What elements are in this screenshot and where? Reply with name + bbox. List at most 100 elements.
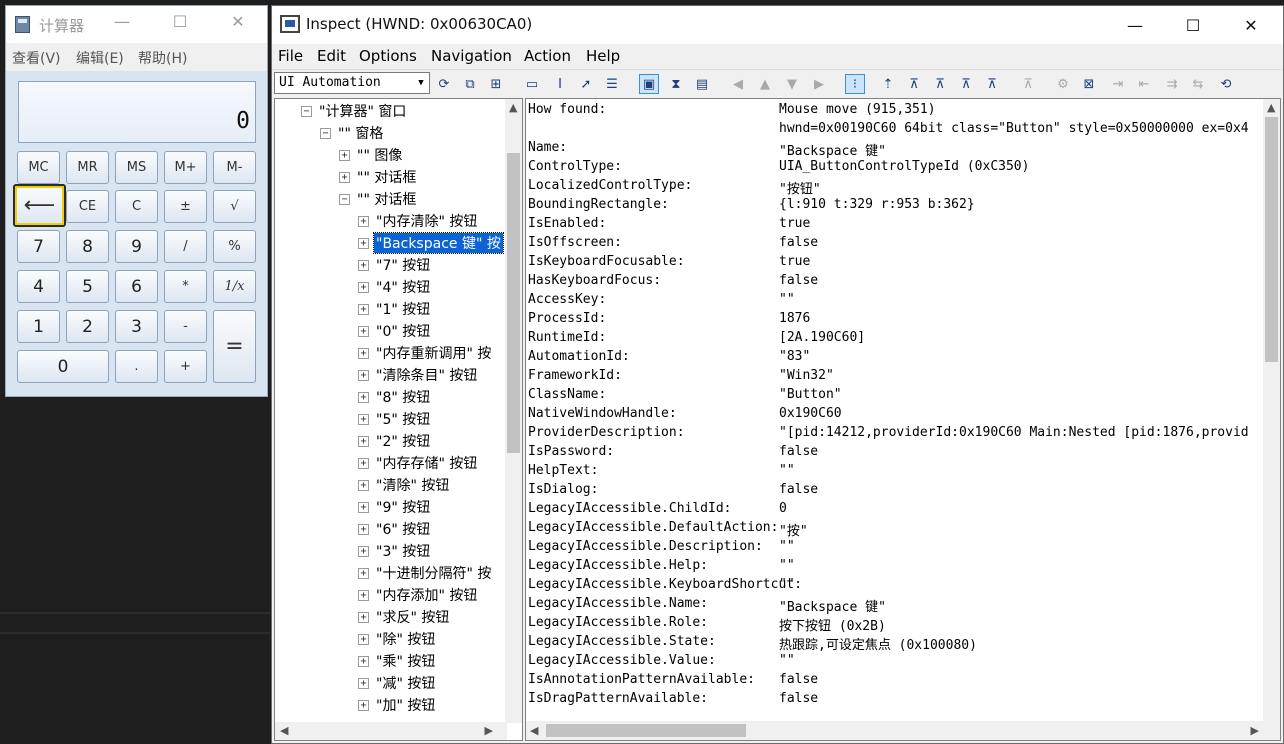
menu-navigation[interactable]: Navigation bbox=[431, 47, 512, 65]
tree-node[interactable]: + "内存存储" 按钮 bbox=[358, 453, 479, 473]
minimize-icon[interactable]: — bbox=[112, 12, 132, 31]
negate-button[interactable]: ± bbox=[164, 190, 207, 223]
menu-action[interactable]: Action bbox=[524, 47, 571, 65]
arrow-right-icon[interactable]: ▶ bbox=[809, 74, 829, 94]
expand-icon[interactable]: + bbox=[358, 281, 369, 293]
watch-cursor-icon[interactable]: ➚ bbox=[576, 74, 596, 94]
tree-node[interactable]: + "3" 按钮 bbox=[358, 541, 432, 561]
expand-icon[interactable]: + bbox=[358, 677, 369, 689]
properties-pane[interactable]: How found: Mouse move (915,351) hwnd=0x001… bbox=[525, 98, 1281, 741]
reciprocal-button[interactable]: 1/x bbox=[213, 270, 256, 303]
tree-node[interactable]: + "9" 按钮 bbox=[358, 497, 432, 517]
digit-7-button[interactable]: 7 bbox=[17, 230, 60, 263]
expand-icon[interactable]: + bbox=[358, 435, 369, 447]
tree-node[interactable]: + "内存重新调用" 按 bbox=[358, 343, 493, 363]
digit-4-button[interactable]: 4 bbox=[17, 270, 60, 303]
expand-icon[interactable]: + bbox=[358, 611, 369, 623]
expand-icon[interactable]: ⇥ bbox=[1108, 74, 1128, 94]
select-icon[interactable]: ⇆ bbox=[1188, 74, 1208, 94]
expand-icon[interactable]: + bbox=[358, 413, 369, 425]
backspace-button[interactable]: ⟵ bbox=[13, 184, 66, 227]
clear-button[interactable]: C bbox=[115, 190, 158, 223]
properties-horizontal-scrollbar[interactable]: ◀ ▶ bbox=[526, 721, 1263, 740]
navigate-prev-sibling-icon[interactable]: ⊼ bbox=[956, 74, 976, 94]
add-button[interactable]: + bbox=[164, 350, 207, 383]
expand-icon[interactable]: + bbox=[358, 655, 369, 667]
expand-icon[interactable]: + bbox=[358, 347, 369, 359]
copy-icon[interactable]: ⧉ bbox=[460, 74, 480, 94]
tree-node[interactable]: + "内存清除" 按钮 bbox=[358, 211, 479, 231]
expand-icon[interactable]: + bbox=[358, 369, 369, 381]
tree-node-selected[interactable]: + "Backspace 键" 按 bbox=[358, 232, 504, 254]
menu-help[interactable]: 帮助(H) bbox=[138, 48, 187, 68]
watch-focus-icon[interactable]: ▭ bbox=[522, 74, 542, 94]
divide-button[interactable]: / bbox=[164, 230, 207, 263]
scroll-right-icon[interactable]: ▶ bbox=[1251, 724, 1259, 737]
expand-icon[interactable]: + bbox=[358, 325, 369, 337]
decimal-button[interactable]: . bbox=[115, 350, 158, 383]
watch-caret-icon[interactable]: I bbox=[550, 74, 570, 94]
tree-node[interactable]: + "内存添加" 按钮 bbox=[358, 585, 479, 605]
digit-3-button[interactable]: 3 bbox=[115, 310, 158, 343]
default-action-icon[interactable]: ⚙ bbox=[1053, 74, 1073, 94]
tree-node[interactable]: + "4" 按钮 bbox=[358, 277, 432, 297]
expand-icon[interactable]: + bbox=[358, 391, 369, 403]
tree-node[interactable]: + "清除" 按钮 bbox=[358, 475, 451, 495]
expand-icon[interactable]: + bbox=[358, 237, 369, 249]
properties-hscroll-thumb[interactable] bbox=[546, 724, 746, 737]
tree-node[interactable]: − "" 窗格 bbox=[320, 123, 385, 143]
close-icon[interactable]: ✕ bbox=[228, 12, 248, 31]
properties-scroll-thumb[interactable] bbox=[1265, 117, 1278, 362]
tree-node[interactable]: + "清除条目" 按钮 bbox=[358, 365, 479, 385]
maximize-icon[interactable]: ☐ bbox=[1170, 6, 1216, 44]
expand-icon[interactable]: + bbox=[358, 633, 369, 645]
arrow-left-icon[interactable]: ◀ bbox=[728, 74, 748, 94]
sqrt-button[interactable]: √ bbox=[213, 190, 256, 223]
close-icon[interactable]: ✕ bbox=[1228, 6, 1274, 44]
m-plus-button[interactable]: M+ bbox=[164, 151, 207, 184]
refresh-tree-icon[interactable]: ⟲ bbox=[1216, 74, 1236, 94]
expand-icon[interactable]: + bbox=[358, 567, 369, 579]
menu-view[interactable]: 查看(V) bbox=[12, 48, 61, 68]
arrow-down-icon[interactable]: ▼ bbox=[782, 74, 802, 94]
show-info-tooltip-icon[interactable]: ▤ bbox=[692, 74, 712, 94]
navigate-first-child-icon[interactable]: ⊼ bbox=[904, 74, 924, 94]
inspect-titlebar[interactable]: Inspect (HWND: 0x00630CA0) — ☐ ✕ bbox=[272, 6, 1283, 44]
expand-icon[interactable]: + bbox=[358, 259, 369, 271]
expand-icon[interactable]: + bbox=[358, 545, 369, 557]
tree-node[interactable]: + "" 图像 bbox=[339, 145, 404, 165]
clear-entry-button[interactable]: CE bbox=[66, 190, 109, 223]
watch-tooltip-icon[interactable]: ☰ bbox=[602, 74, 622, 94]
highlight-timer-icon[interactable]: ⧗ bbox=[666, 74, 686, 94]
tree-vertical-scrollbar[interactable]: ▲ bbox=[505, 99, 522, 723]
percent-button[interactable]: % bbox=[213, 230, 256, 263]
minimize-icon[interactable]: — bbox=[1112, 6, 1158, 44]
expand-icon[interactable]: + bbox=[358, 457, 369, 469]
scroll-icon[interactable]: ⇉ bbox=[1162, 74, 1182, 94]
expand-icon[interactable]: + bbox=[358, 523, 369, 535]
digit-5-button[interactable]: 5 bbox=[66, 270, 109, 303]
navigate-next-sibling-icon[interactable]: ⊼ bbox=[930, 74, 950, 94]
collapse-icon[interactable]: − bbox=[301, 105, 312, 117]
menu-edit[interactable]: Edit bbox=[317, 47, 346, 65]
tree-node[interactable]: + "6" 按钮 bbox=[358, 519, 432, 539]
collapse-icon[interactable]: − bbox=[339, 193, 350, 205]
tree-node[interactable]: + "" 对话框 bbox=[339, 167, 418, 187]
tree-node[interactable]: + "0" 按钮 bbox=[358, 321, 432, 341]
menu-edit[interactable]: 编辑(E) bbox=[76, 48, 124, 68]
tree-mode-select[interactable]: UI Automation ▼ bbox=[274, 72, 430, 94]
tree-view-icon[interactable]: ⁝ bbox=[845, 74, 865, 94]
collapse-icon[interactable]: ⇤ bbox=[1134, 74, 1154, 94]
tree-scroll-thumb[interactable] bbox=[507, 153, 520, 453]
tree-horizontal-scrollbar[interactable]: ◀ ▶ bbox=[275, 722, 507, 740]
tree-node[interactable]: + "1" 按钮 bbox=[358, 299, 432, 319]
digit-0-button[interactable]: 0 bbox=[17, 350, 109, 383]
digit-6-button[interactable]: 6 bbox=[115, 270, 158, 303]
scroll-up-icon[interactable]: ▲ bbox=[509, 101, 517, 114]
expand-icon[interactable]: + bbox=[358, 303, 369, 315]
digit-2-button[interactable]: 2 bbox=[66, 310, 109, 343]
tree-node[interactable]: + "十进制分隔符" 按 bbox=[358, 563, 493, 583]
digit-1-button[interactable]: 1 bbox=[17, 310, 60, 343]
arrow-up-icon[interactable]: ▲ bbox=[755, 74, 775, 94]
ms-button[interactable]: MS bbox=[115, 151, 158, 184]
